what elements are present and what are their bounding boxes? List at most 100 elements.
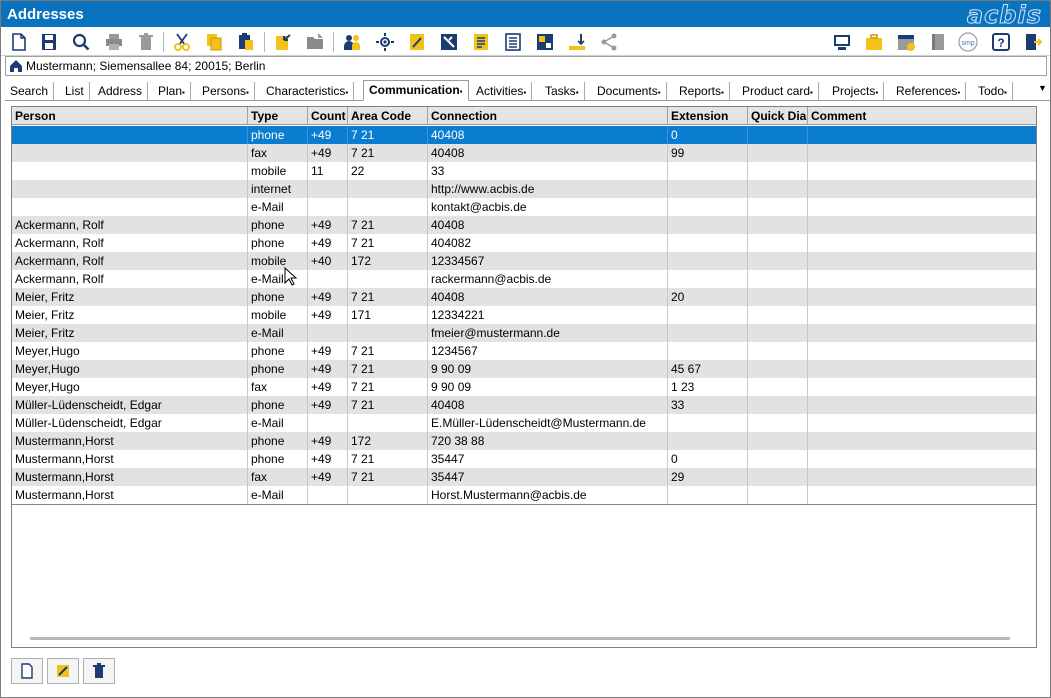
table-row[interactable]: Meier, Fritz mobile +49 171 12334221 [12, 306, 1036, 324]
cell-person[interactable]: Mustermann,Horst [12, 486, 248, 504]
new-document-icon[interactable] [7, 30, 31, 54]
cell-area-code[interactable]: 22 [348, 162, 428, 180]
table-row[interactable]: fax +49 7 21 40408 99 [12, 144, 1036, 162]
cell-type[interactable]: phone [248, 342, 308, 360]
copy-icon[interactable] [202, 30, 226, 54]
table-row[interactable]: Meier, Fritz phone +49 7 21 40408 20 [12, 288, 1036, 306]
tab-plan[interactable]: Plan▪ [153, 82, 191, 101]
cell-quick-dial[interactable] [748, 270, 808, 288]
table-row[interactable]: Mustermann,Horst fax +49 7 21 35447 29 [12, 468, 1036, 486]
cell-type[interactable]: fax [248, 468, 308, 486]
cell-connection[interactable]: 33 [428, 162, 668, 180]
cell-area-code[interactable]: 7 21 [348, 450, 428, 468]
cell-comment[interactable] [808, 342, 1036, 360]
cell-country[interactable] [308, 486, 348, 504]
cell-comment[interactable] [808, 198, 1036, 216]
cell-country[interactable]: +40 [308, 252, 348, 270]
cell-person[interactable]: Meyer,Hugo [12, 378, 248, 396]
cell-area-code[interactable]: 172 [348, 252, 428, 270]
table-row[interactable]: Meier, Fritz e-Mail fmeier@mustermann.de [12, 324, 1036, 342]
cell-connection[interactable]: 12334221 [428, 306, 668, 324]
cell-person[interactable]: Mustermann,Horst [12, 468, 248, 486]
cell-extension[interactable] [668, 324, 748, 342]
tab-search[interactable]: Search [5, 82, 55, 101]
cell-quick-dial[interactable] [748, 162, 808, 180]
cell-country[interactable] [308, 180, 348, 198]
cell-comment[interactable] [808, 216, 1036, 234]
save-icon[interactable] [37, 30, 61, 54]
book-icon[interactable] [926, 30, 950, 54]
layout-icon[interactable] [533, 30, 557, 54]
column-header-country[interactable]: Count [308, 107, 348, 125]
cell-type[interactable]: e-Mail [248, 414, 308, 432]
cell-person[interactable]: Meier, Fritz [12, 288, 248, 306]
cell-extension[interactable] [668, 486, 748, 504]
cell-extension[interactable]: 33 [668, 396, 748, 414]
tab-documents[interactable]: Documents▪ [592, 82, 667, 101]
cell-comment[interactable] [808, 270, 1036, 288]
cell-connection[interactable]: Horst.Mustermann@acbis.de [428, 486, 668, 504]
exit-icon[interactable] [1021, 30, 1045, 54]
table-row[interactable]: Ackermann, Rolf phone +49 7 21 404082 [12, 234, 1036, 252]
cell-quick-dial[interactable] [748, 468, 808, 486]
cell-extension[interactable]: 0 [668, 450, 748, 468]
cell-person[interactable]: Meyer,Hugo [12, 342, 248, 360]
open-folder-icon[interactable] [303, 30, 327, 54]
cell-country[interactable]: +49 [308, 432, 348, 450]
cell-type[interactable]: phone [248, 396, 308, 414]
tab-references[interactable]: References▪ [891, 82, 967, 101]
cell-connection[interactable]: 40408 [428, 288, 668, 306]
smp-icon[interactable]: smp [956, 30, 980, 54]
edit-record-button[interactable] [47, 658, 79, 684]
cell-extension[interactable] [668, 198, 748, 216]
cell-comment[interactable] [808, 144, 1036, 162]
cell-area-code[interactable]: 172 [348, 432, 428, 450]
cell-person[interactable]: Ackermann, Rolf [12, 216, 248, 234]
cell-area-code[interactable]: 7 21 [348, 144, 428, 162]
briefcase-icon[interactable] [862, 30, 886, 54]
table-row[interactable]: internet http://www.acbis.de [12, 180, 1036, 198]
table-row[interactable]: Müller-Lüdenscheidt, Edgar e-Mail E.Müller… [12, 414, 1036, 432]
cell-area-code[interactable] [348, 414, 428, 432]
cell-connection[interactable]: 720 38 88 [428, 432, 668, 450]
cell-type[interactable]: phone [248, 432, 308, 450]
cell-connection[interactable]: 9 90 09 [428, 360, 668, 378]
cell-comment[interactable] [808, 432, 1036, 450]
cell-comment[interactable] [808, 306, 1036, 324]
cell-person[interactable]: Meier, Fritz [12, 306, 248, 324]
cell-area-code[interactable]: 7 21 [348, 216, 428, 234]
cell-extension[interactable] [668, 270, 748, 288]
delete-icon[interactable] [134, 30, 158, 54]
cell-extension[interactable] [668, 342, 748, 360]
cell-quick-dial[interactable] [748, 396, 808, 414]
monitor-icon[interactable] [830, 30, 854, 54]
table-row[interactable]: Mustermann,Horst phone +49 172 720 38 88 [12, 432, 1036, 450]
cell-comment[interactable] [808, 324, 1036, 342]
cell-connection[interactable]: 12334567 [428, 252, 668, 270]
cell-connection[interactable]: 35447 [428, 468, 668, 486]
tabs-overflow-arrow-icon[interactable]: ▼ [1038, 83, 1050, 97]
cell-extension[interactable]: 29 [668, 468, 748, 486]
column-header-extension[interactable]: Extension [668, 107, 748, 125]
cell-type[interactable]: phone [248, 450, 308, 468]
cell-connection[interactable]: 9 90 09 [428, 378, 668, 396]
document-list-icon[interactable] [501, 30, 525, 54]
cell-area-code[interactable]: 7 21 [348, 468, 428, 486]
cell-connection[interactable]: 40408 [428, 144, 668, 162]
cell-type[interactable]: phone [248, 360, 308, 378]
cell-quick-dial[interactable] [748, 234, 808, 252]
cell-country[interactable]: +49 [308, 306, 348, 324]
cell-quick-dial[interactable] [748, 216, 808, 234]
cell-connection[interactable]: 40408 [428, 396, 668, 414]
cell-country[interactable] [308, 270, 348, 288]
cell-connection[interactable]: 40408 [428, 126, 668, 144]
cell-type[interactable]: phone [248, 216, 308, 234]
cell-connection[interactable]: fmeier@mustermann.de [428, 324, 668, 342]
cell-person[interactable]: Müller-Lüdenscheidt, Edgar [12, 414, 248, 432]
cell-country[interactable]: +49 [308, 288, 348, 306]
tab-todo[interactable]: Todo▪ [973, 82, 1013, 101]
cell-person[interactable] [12, 126, 248, 144]
cell-connection[interactable]: 40408 [428, 216, 668, 234]
tab-product-card[interactable]: Product card▪ [737, 82, 819, 101]
cell-country[interactable]: +49 [308, 216, 348, 234]
